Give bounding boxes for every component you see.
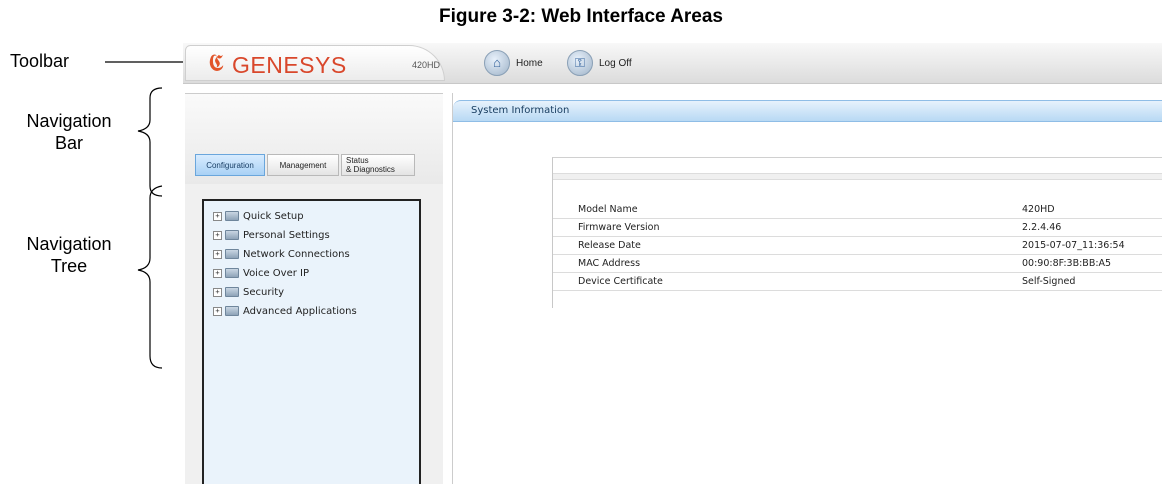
navigation-bar: Configuration Management Status & Diagno… bbox=[185, 94, 443, 184]
log-off-button[interactable]: ⚿ Log Off bbox=[567, 47, 632, 79]
row-label: Firmware Version bbox=[578, 222, 660, 233]
table-row: Model Name 420HD bbox=[553, 201, 1162, 219]
tab-status-line1: Status bbox=[346, 156, 369, 165]
folder-icon bbox=[225, 230, 239, 240]
row-label: MAC Address bbox=[578, 258, 641, 269]
system-info-header-strip bbox=[553, 173, 1162, 180]
folder-icon bbox=[225, 211, 239, 221]
navigation-bar-brace bbox=[137, 87, 163, 197]
navigation-tree: + Quick Setup + Personal Settings + Netw… bbox=[202, 199, 421, 484]
folder-icon bbox=[225, 268, 239, 278]
genesys-logo-icon: 𝕮 bbox=[208, 49, 224, 77]
tree-item-label: Personal Settings bbox=[243, 229, 330, 241]
tree-item-label: Advanced Applications bbox=[243, 305, 357, 317]
table-row: Device Certificate Self-Signed bbox=[553, 273, 1162, 291]
web-interface-screenshot: 𝕮 GENESYS 420HD ⌂ Home ⚿ Log Off Configu… bbox=[183, 43, 1162, 484]
row-value: Self-Signed bbox=[1022, 276, 1076, 287]
row-value: 2.2.4.46 bbox=[1022, 222, 1062, 233]
tab-status-diagnostics[interactable]: Status & Diagnostics bbox=[341, 154, 415, 176]
table-row: MAC Address 00:90:8F:3B:BB:A5 bbox=[553, 255, 1162, 273]
content-title: System Information bbox=[471, 105, 570, 116]
row-label: Model Name bbox=[578, 204, 638, 215]
folder-icon bbox=[225, 249, 239, 259]
row-value: 420HD bbox=[1022, 204, 1055, 215]
expand-icon[interactable]: + bbox=[213, 211, 222, 221]
key-icon: ⚿ bbox=[567, 50, 593, 76]
row-label: Device Certificate bbox=[578, 276, 663, 287]
expand-icon[interactable]: + bbox=[213, 249, 222, 259]
row-value: 2015-07-07_11:36:54 bbox=[1022, 240, 1125, 251]
home-button[interactable]: ⌂ Home bbox=[484, 47, 543, 79]
log-off-label: Log Off bbox=[599, 57, 632, 69]
tree-item-advanced-applications[interactable]: + Advanced Applications bbox=[213, 302, 357, 320]
content-area: System Information Model Name 420HD Firm… bbox=[452, 93, 1162, 484]
expand-icon[interactable]: + bbox=[213, 268, 222, 278]
tree-item-personal-settings[interactable]: + Personal Settings bbox=[213, 226, 330, 244]
tree-item-voice-over-ip[interactable]: + Voice Over IP bbox=[213, 264, 309, 282]
tree-item-label: Quick Setup bbox=[243, 210, 304, 222]
tree-item-label: Security bbox=[243, 286, 285, 298]
tree-item-label: Network Connections bbox=[243, 248, 350, 260]
navigation-panel: Configuration Management Status & Diagno… bbox=[185, 93, 443, 484]
home-icon: ⌂ bbox=[484, 50, 510, 76]
table-row: Firmware Version 2.2.4.46 bbox=[553, 219, 1162, 237]
toolbar: 𝕮 GENESYS 420HD ⌂ Home ⚿ Log Off bbox=[183, 43, 1162, 84]
expand-icon[interactable]: + bbox=[213, 230, 222, 240]
navigation-tree-brace bbox=[137, 185, 163, 369]
tree-item-quick-setup[interactable]: + Quick Setup bbox=[213, 207, 304, 225]
tree-item-network-connections[interactable]: + Network Connections bbox=[213, 245, 350, 263]
tree-item-security[interactable]: + Security bbox=[213, 283, 284, 301]
row-label: Release Date bbox=[578, 240, 641, 251]
expand-icon[interactable]: + bbox=[213, 287, 222, 297]
logo-tab: 𝕮 GENESYS 420HD bbox=[185, 45, 445, 81]
row-value: 00:90:8F:3B:BB:A5 bbox=[1022, 258, 1112, 269]
content-header-bar: System Information bbox=[453, 100, 1162, 122]
tab-status-line2: & Diagnostics bbox=[346, 165, 395, 174]
home-label: Home bbox=[516, 57, 543, 69]
tab-configuration[interactable]: Configuration bbox=[195, 154, 265, 176]
brand-name: GENESYS bbox=[232, 52, 347, 78]
expand-icon[interactable]: + bbox=[213, 306, 222, 316]
folder-icon bbox=[225, 287, 239, 297]
folder-icon bbox=[225, 306, 239, 316]
model-badge: 420HD bbox=[412, 60, 441, 70]
tree-item-label: Voice Over IP bbox=[243, 267, 310, 279]
tab-management[interactable]: Management bbox=[267, 154, 339, 176]
annotation-brackets bbox=[105, 61, 186, 369]
table-row: Release Date 2015-07-07_11:36:54 bbox=[553, 237, 1162, 255]
